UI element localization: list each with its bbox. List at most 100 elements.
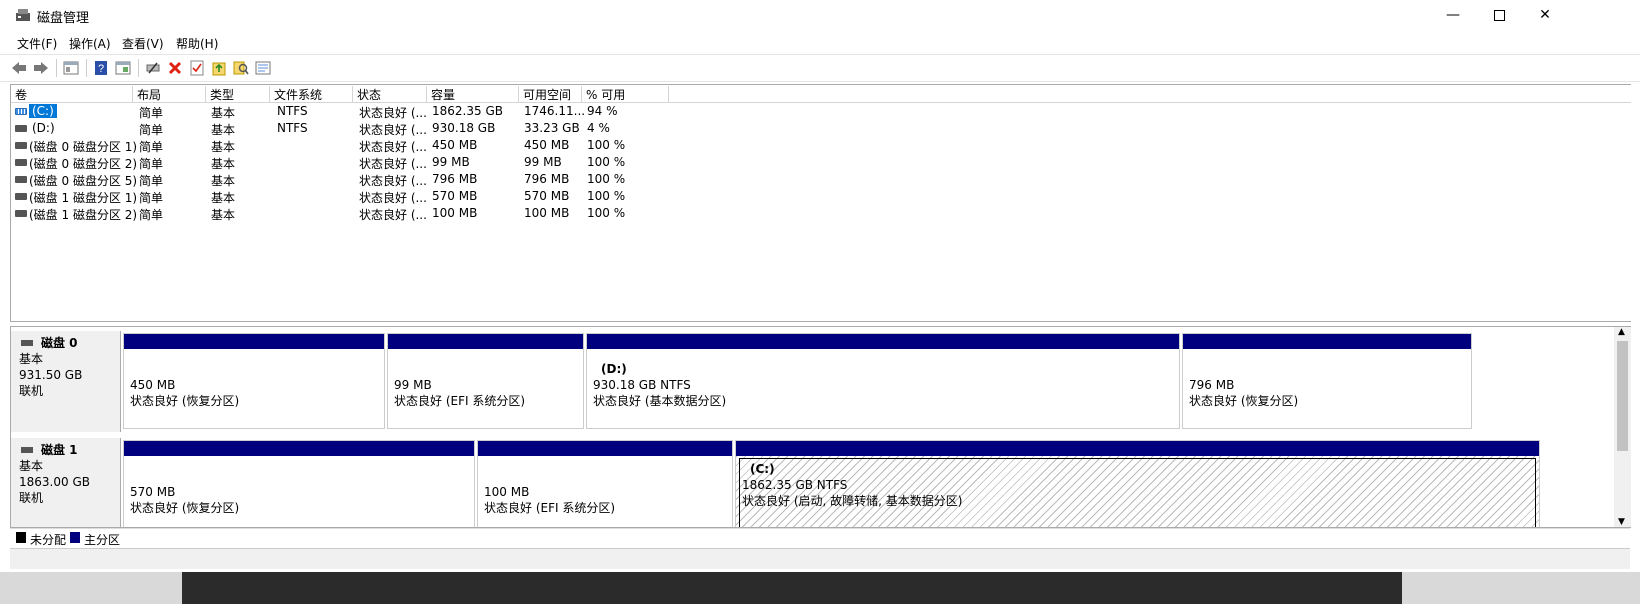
- partition-bar: [124, 441, 474, 456]
- cell-free: 450 MB: [524, 138, 570, 152]
- cell-type: 基本: [211, 208, 236, 222]
- legend: 未分配 主分区: [10, 528, 1630, 547]
- console-tree-icon[interactable]: [62, 59, 80, 77]
- cell-status: 状态良好 (...: [359, 106, 427, 120]
- cell-type: 基本: [211, 157, 236, 171]
- disk-0-label[interactable]: 磁盘 0 基本 931.50 GB 联机: [11, 331, 121, 432]
- disk-icon: [21, 340, 33, 346]
- col-free-space[interactable]: 可用空间: [519, 86, 582, 102]
- cell-pct: 94 %: [587, 104, 618, 118]
- connect-icon[interactable]: [144, 59, 162, 77]
- cell-type: 基本: [211, 123, 236, 137]
- maximize-icon: [1493, 9, 1505, 21]
- window-title: 磁盘管理: [37, 11, 90, 26]
- partition-d[interactable]: (D:) 930.18 GB NTFS 状态良好 (基本数据分区): [586, 333, 1180, 429]
- help-icon[interactable]: ?: [92, 59, 110, 77]
- export-icon[interactable]: [210, 59, 228, 77]
- cell-layout: 简单: [139, 123, 164, 137]
- table-row[interactable]: (磁盘 1 磁盘分区 2) 简单 基本 状态良好 (... 100 MB 100…: [11, 205, 1631, 222]
- col-capacity[interactable]: 容量: [427, 86, 519, 102]
- cell-capacity: 450 MB: [432, 138, 478, 152]
- disk-1-label[interactable]: 磁盘 1 基本 1863.00 GB 联机: [11, 438, 121, 527]
- cell-free: 33.23 GB: [524, 121, 580, 135]
- vertical-scrollbar[interactable]: ▲ ▼: [1614, 327, 1631, 527]
- disk-1-size: 1863.00 GB: [19, 475, 90, 489]
- col-type[interactable]: 类型: [206, 86, 270, 102]
- cell-type: 基本: [211, 174, 236, 188]
- forward-icon[interactable]: [32, 59, 50, 77]
- partition-disk0-5[interactable]: 796 MB 状态良好 (恢复分区): [1182, 333, 1472, 429]
- menu-help[interactable]: 帮助(H): [176, 35, 218, 52]
- col-status[interactable]: 状态: [353, 86, 427, 102]
- volume-name: (磁盘 1 磁盘分区 2): [29, 208, 138, 222]
- partition-disk0-1[interactable]: 450 MB 状态良好 (恢复分区): [123, 333, 385, 429]
- partition-c[interactable]: (C:) 1862.35 GB NTFS 状态良好 (启动, 故障转储, 基本数据分…: [735, 440, 1540, 527]
- cell-pct: 4 %: [587, 121, 610, 135]
- table-row[interactable]: (磁盘 0 磁盘分区 1) 简单 基本 状态良好 (... 450 MB 450…: [11, 137, 1631, 154]
- scroll-up-icon[interactable]: ▲: [1618, 327, 1625, 337]
- cell-status: 状态良好 (...: [359, 123, 427, 137]
- minimize-button[interactable]: —: [1430, 0, 1476, 30]
- cell-status: 状态良好 (...: [359, 140, 427, 154]
- delete-icon[interactable]: [166, 59, 184, 77]
- table-row[interactable]: (磁盘 0 磁盘分区 5) 简单 基本 状态良好 (... 796 MB 796…: [11, 171, 1631, 188]
- back-icon[interactable]: [10, 59, 28, 77]
- menu-view[interactable]: 查看(V): [122, 35, 164, 52]
- col-percent-free[interactable]: % 可用: [582, 86, 669, 102]
- legend-unallocated: 未分配: [30, 533, 67, 547]
- col-volume[interactable]: 卷: [11, 86, 133, 102]
- volume-name: (磁盘 0 磁盘分区 5): [29, 174, 138, 188]
- cell-capacity: 570 MB: [432, 189, 478, 203]
- disk-management-icon: [16, 9, 30, 21]
- volume-name: (C:): [29, 104, 57, 118]
- cell-status: 状态良好 (...: [359, 208, 427, 222]
- partition-status: 状态良好 (恢复分区): [130, 501, 240, 515]
- partition-size: 1862.35 GB NTFS: [742, 478, 848, 492]
- taskbar: [182, 572, 1402, 604]
- table-row[interactable]: (磁盘 1 磁盘分区 1) 简单 基本 状态良好 (... 570 MB 570…: [11, 188, 1631, 205]
- cell-status: 状态良好 (...: [359, 191, 427, 205]
- disk-0-kind: 基本: [19, 352, 44, 366]
- check-icon[interactable]: [188, 59, 206, 77]
- cell-layout: 简单: [139, 106, 164, 120]
- cell-free: 570 MB: [524, 189, 570, 203]
- menu-file[interactable]: 文件(F): [17, 35, 57, 52]
- partition-size: 99 MB: [394, 378, 432, 392]
- partition-status: 状态良好 (EFI 系统分区): [484, 501, 616, 515]
- volume-icon: [15, 142, 27, 149]
- properties-icon[interactable]: [254, 59, 272, 77]
- volume-icon: [15, 108, 27, 115]
- col-filesystem[interactable]: 文件系统: [270, 86, 353, 102]
- menu-action[interactable]: 操作(A): [69, 35, 111, 52]
- table-row[interactable]: (D:) 简单 基本 NTFS 状态良好 (... 930.18 GB 33.2…: [11, 120, 1631, 137]
- partition-disk1-2[interactable]: 100 MB 状态良好 (EFI 系统分区): [477, 440, 733, 527]
- cell-fs: NTFS: [277, 121, 308, 135]
- disk-1-name: 磁盘 1: [19, 442, 120, 458]
- volume-icon: [15, 125, 27, 132]
- disk-graphical-view: 磁盘 0 基本 931.50 GB 联机 450 MB 状态良好 (恢复分区) 9…: [10, 326, 1631, 528]
- minimize-icon: —: [1446, 7, 1460, 23]
- cell-layout: 简单: [139, 191, 164, 205]
- partition-label: (C:): [750, 462, 775, 476]
- menu-bar: 文件(F) 操作(A) 查看(V) 帮助(H): [0, 32, 1640, 54]
- cell-free: 1746.11...: [524, 104, 586, 118]
- disk-0-state: 联机: [19, 384, 44, 398]
- partition-disk0-2[interactable]: 99 MB 状态良好 (EFI 系统分区): [387, 333, 584, 429]
- col-layout[interactable]: 布局: [133, 86, 206, 102]
- partition-label: (D:): [601, 362, 627, 376]
- search-icon[interactable]: [232, 59, 250, 77]
- table-row[interactable]: (磁盘 0 磁盘分区 2) 简单 基本 状态良好 (... 99 MB 99 M…: [11, 154, 1631, 171]
- maximize-button[interactable]: [1476, 0, 1522, 30]
- partition-size: 100 MB: [484, 485, 530, 499]
- partition-size: 450 MB: [130, 378, 176, 392]
- scrollbar-thumb[interactable]: [1617, 341, 1628, 451]
- close-button[interactable]: ✕: [1522, 0, 1568, 30]
- disk-name-text: 磁盘 0: [41, 336, 78, 350]
- properties-view-icon[interactable]: [114, 59, 132, 77]
- partition-status: 状态良好 (基本数据分区): [593, 394, 727, 408]
- cell-status: 状态良好 (...: [359, 157, 427, 171]
- toolbar: ?: [0, 54, 1640, 82]
- scroll-down-icon[interactable]: ▼: [1618, 517, 1625, 527]
- partition-disk1-1[interactable]: 570 MB 状态良好 (恢复分区): [123, 440, 475, 527]
- table-row[interactable]: (C:) 简单 基本 NTFS 状态良好 (... 1862.35 GB 174…: [11, 103, 1631, 120]
